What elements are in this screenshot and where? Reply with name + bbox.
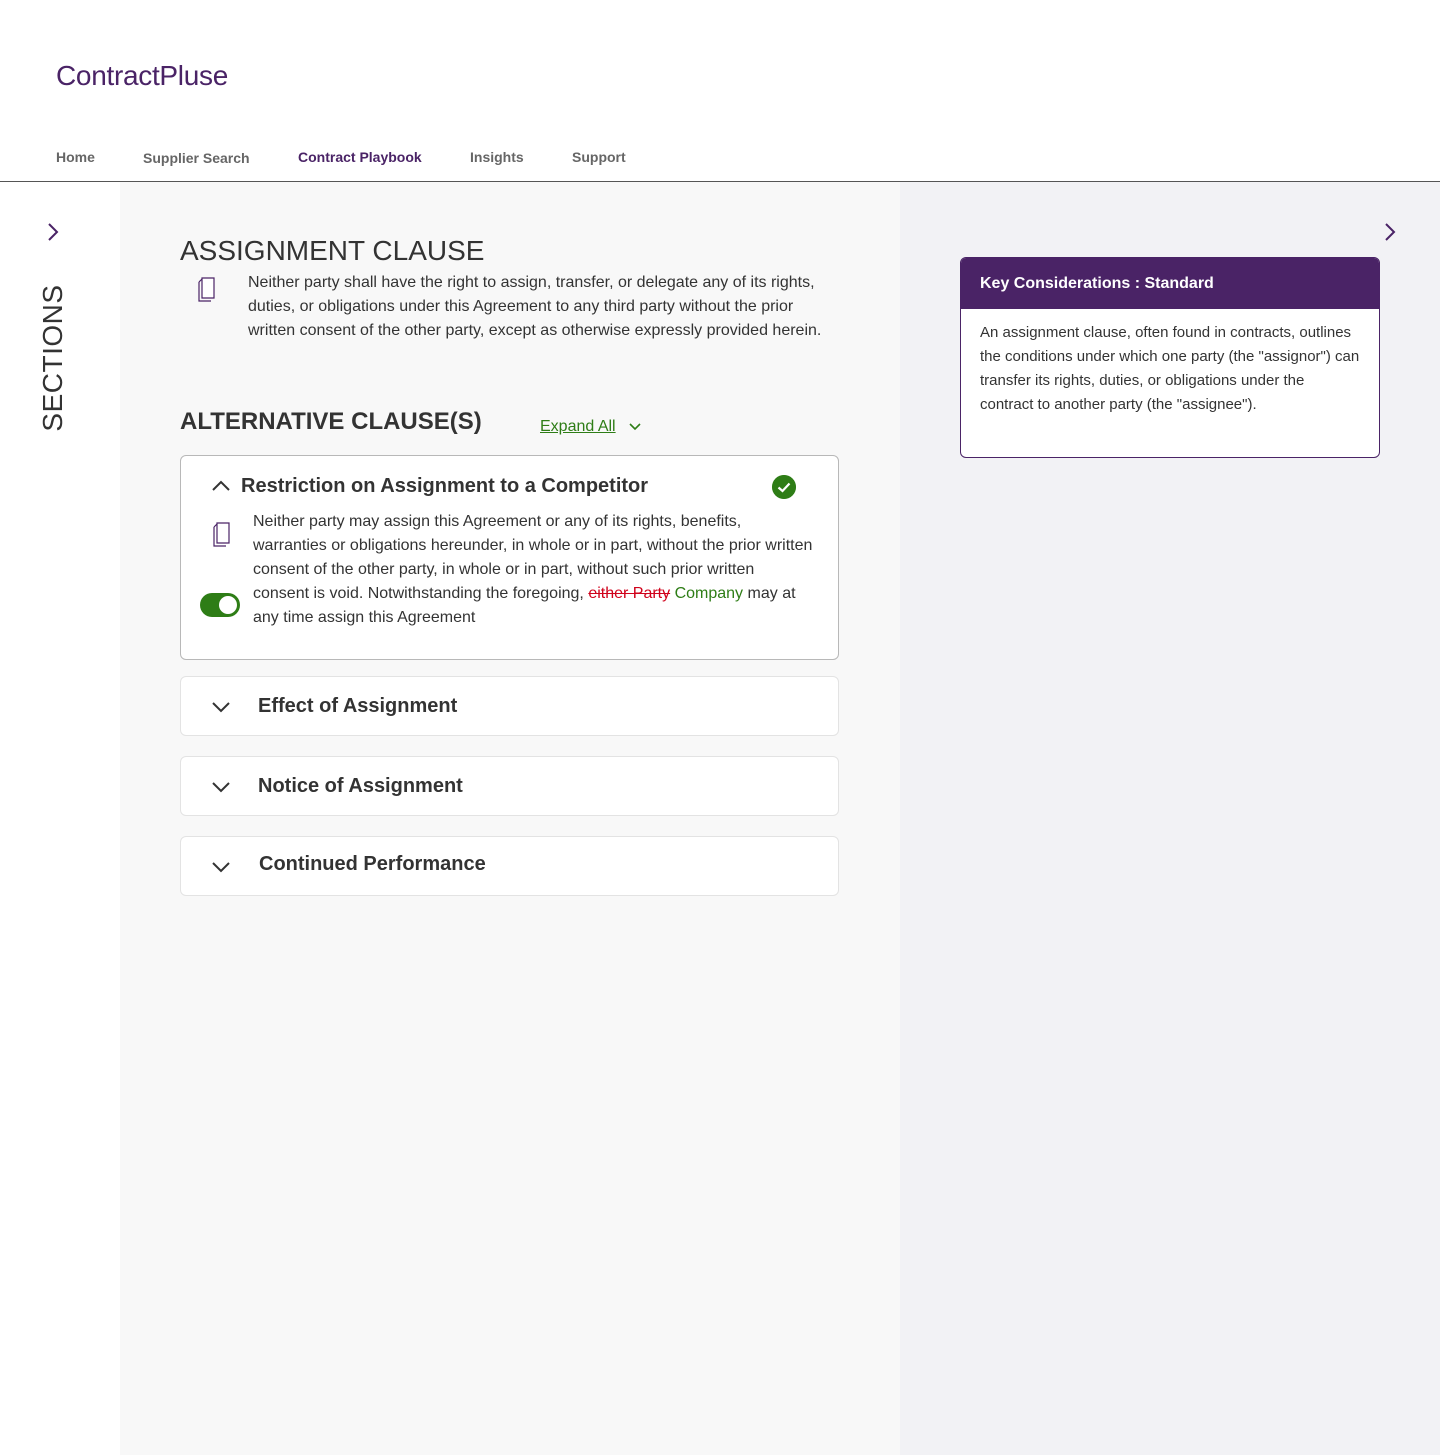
alternative-clauses-title: ALTERNATIVE CLAUSE(S) [180, 408, 482, 435]
apply-alternative-toggle[interactable] [200, 593, 240, 617]
clause-title: ASSIGNMENT CLAUSE [180, 235, 485, 266]
alternative-clause-title[interactable]: Restriction on Assignment to a Competito… [241, 475, 648, 498]
sections-label: SECTIONS [37, 284, 68, 432]
main-nav: Home Supplier Search Contract Playbook I… [0, 140, 1440, 182]
alternative-clause-card[interactable]: Continued Performance [180, 836, 839, 896]
chevron-down-icon[interactable] [211, 857, 231, 877]
check-circle-icon [772, 475, 796, 499]
main-content [120, 182, 900, 1455]
nav-item-support[interactable]: Support [572, 149, 626, 165]
chevron-down-icon[interactable] [211, 697, 231, 717]
expand-all-label: Expand All [540, 418, 616, 435]
key-considerations-card: Key Considerations : Standard An assignm… [960, 257, 1380, 458]
alternative-clause-text: Neither party may assign this Agreement … [253, 510, 813, 630]
chevron-down-icon [629, 423, 641, 431]
copy-icon[interactable] [196, 274, 218, 302]
app-logo[interactable]: ContractPluse [56, 60, 228, 92]
deleted-text: either Party [588, 585, 671, 602]
key-considerations-header: Key Considerations : Standard [961, 258, 1379, 309]
alternative-clause-title[interactable]: Continued Performance [259, 853, 486, 876]
alternative-clause-card[interactable]: Notice of Assignment [180, 756, 839, 816]
nav-item-insights[interactable]: Insights [470, 149, 524, 165]
chevron-up-icon[interactable] [211, 476, 231, 496]
nav-item-supplier-search[interactable]: Supplier Search [143, 150, 250, 166]
toggle-knob [219, 596, 237, 614]
clause-text: Neither party shall have the right to as… [248, 274, 822, 339]
inserted-text: Company [674, 585, 744, 602]
key-considerations-body: An assignment clause, often found in con… [980, 324, 1360, 413]
nav-item-contract-playbook[interactable]: Contract Playbook [298, 149, 422, 165]
nav-item-home[interactable]: Home [56, 149, 95, 165]
alternative-clause-title[interactable]: Notice of Assignment [258, 775, 463, 798]
copy-icon[interactable] [211, 519, 233, 547]
collapse-panel-chevron-right-icon[interactable] [1380, 222, 1400, 242]
alternative-clause-card[interactable]: Effect of Assignment [180, 676, 839, 736]
alternative-clause-title[interactable]: Effect of Assignment [258, 695, 457, 718]
expand-all-link[interactable]: Expand All [540, 418, 642, 436]
alternative-clause-card: Restriction on Assignment to a Competito… [180, 455, 839, 660]
expand-sections-chevron-right-icon[interactable] [43, 222, 63, 242]
chevron-down-icon[interactable] [211, 777, 231, 797]
